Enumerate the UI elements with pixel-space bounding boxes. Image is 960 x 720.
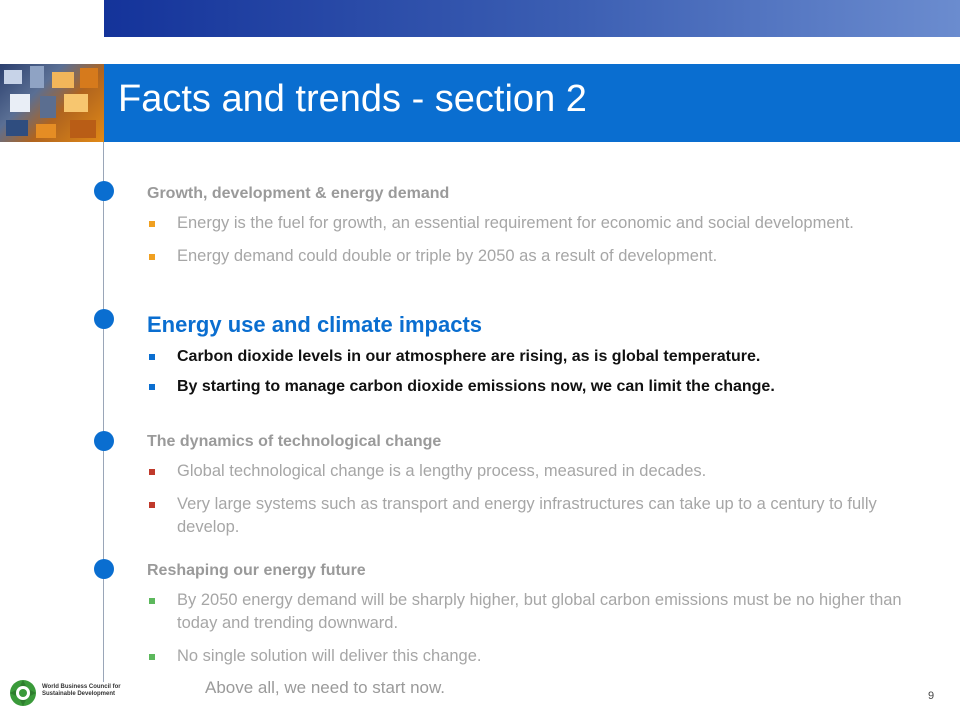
photo-tile (36, 124, 56, 138)
square-bullet-icon (149, 598, 155, 604)
wbcsd-leaf-icon (10, 680, 36, 706)
timeline-dot (94, 181, 114, 201)
photo-tile (70, 120, 96, 138)
list-item: By starting to manage carbon dioxide emi… (147, 376, 937, 398)
section-climate: Energy use and climate impacts Carbon di… (147, 312, 937, 406)
bullet-text: By starting to manage carbon dioxide emi… (177, 378, 775, 395)
list-item: Carbon dioxide levels in our atmosphere … (147, 346, 937, 368)
logo-line: World Business Council for (42, 684, 121, 690)
bullet-text: Global technological change is a lengthy… (177, 462, 707, 480)
timeline-dot (94, 431, 114, 451)
top-header-band (104, 0, 960, 37)
list-item: No single solution will deliver this cha… (147, 645, 937, 668)
section-heading: Growth, development & energy demand (147, 185, 450, 202)
section-heading: The dynamics of technological change (147, 433, 442, 450)
timeline-line (103, 142, 104, 682)
photo-tile (80, 68, 98, 88)
photo-tile (64, 94, 88, 112)
list-item: Energy is the fuel for growth, an essent… (147, 212, 937, 235)
bullet-text: By 2050 energy demand will be sharply hi… (177, 591, 902, 632)
photo-tile (10, 94, 30, 112)
square-bullet-icon (149, 221, 155, 227)
timeline-dot (94, 309, 114, 329)
bullet-list: By 2050 energy demand will be sharply hi… (147, 589, 937, 668)
section-future: Reshaping our energy future By 2050 ener… (147, 561, 937, 678)
list-item: By 2050 energy demand will be sharply hi… (147, 589, 937, 635)
slide-number: 9 (928, 690, 935, 702)
bullet-text: Energy is the fuel for growth, an essent… (177, 214, 854, 232)
bullet-text: Very large systems such as transport and… (177, 495, 877, 536)
bullet-text: Energy demand could double or triple by … (177, 247, 718, 265)
photo-tile (4, 70, 22, 84)
title-bar: Facts and trends - section 2 (104, 64, 960, 142)
section-heading-active: Energy use and climate impacts (147, 312, 483, 337)
square-bullet-icon (149, 469, 155, 475)
photo-collage (0, 64, 104, 142)
bullet-text: Carbon dioxide levels in our atmosphere … (177, 348, 761, 365)
square-bullet-icon (149, 502, 155, 508)
photo-tile (40, 96, 56, 118)
wbcsd-logo: World Business Council for Sustainable D… (8, 678, 128, 708)
photo-tile (30, 66, 44, 88)
logo-line: Sustainable Development (42, 691, 116, 697)
section-heading: Reshaping our energy future (147, 562, 366, 579)
bullet-list: Global technological change is a lengthy… (147, 460, 937, 539)
list-item: Global technological change is a lengthy… (147, 460, 937, 483)
square-bullet-icon (149, 654, 155, 660)
square-bullet-icon (149, 384, 155, 390)
timeline-dot (94, 559, 114, 579)
closing-statement: Above all, we need to start now. (205, 678, 446, 697)
square-bullet-icon (149, 254, 155, 260)
slide-title: Facts and trends - section 2 (118, 78, 587, 120)
bullet-list: Energy is the fuel for growth, an essent… (147, 212, 937, 268)
logo-text: World Business Council for Sustainable D… (42, 684, 132, 698)
list-item: Very large systems such as transport and… (147, 493, 937, 539)
section-technology: The dynamics of technological change Glo… (147, 432, 937, 549)
section-growth: Growth, development & energy demand Ener… (147, 184, 937, 278)
square-bullet-icon (149, 354, 155, 360)
photo-tile (6, 120, 28, 136)
bullet-text: No single solution will deliver this cha… (177, 647, 482, 665)
list-item: Energy demand could double or triple by … (147, 245, 937, 268)
photo-tile (52, 72, 74, 88)
bullet-list: Carbon dioxide levels in our atmosphere … (147, 346, 937, 398)
